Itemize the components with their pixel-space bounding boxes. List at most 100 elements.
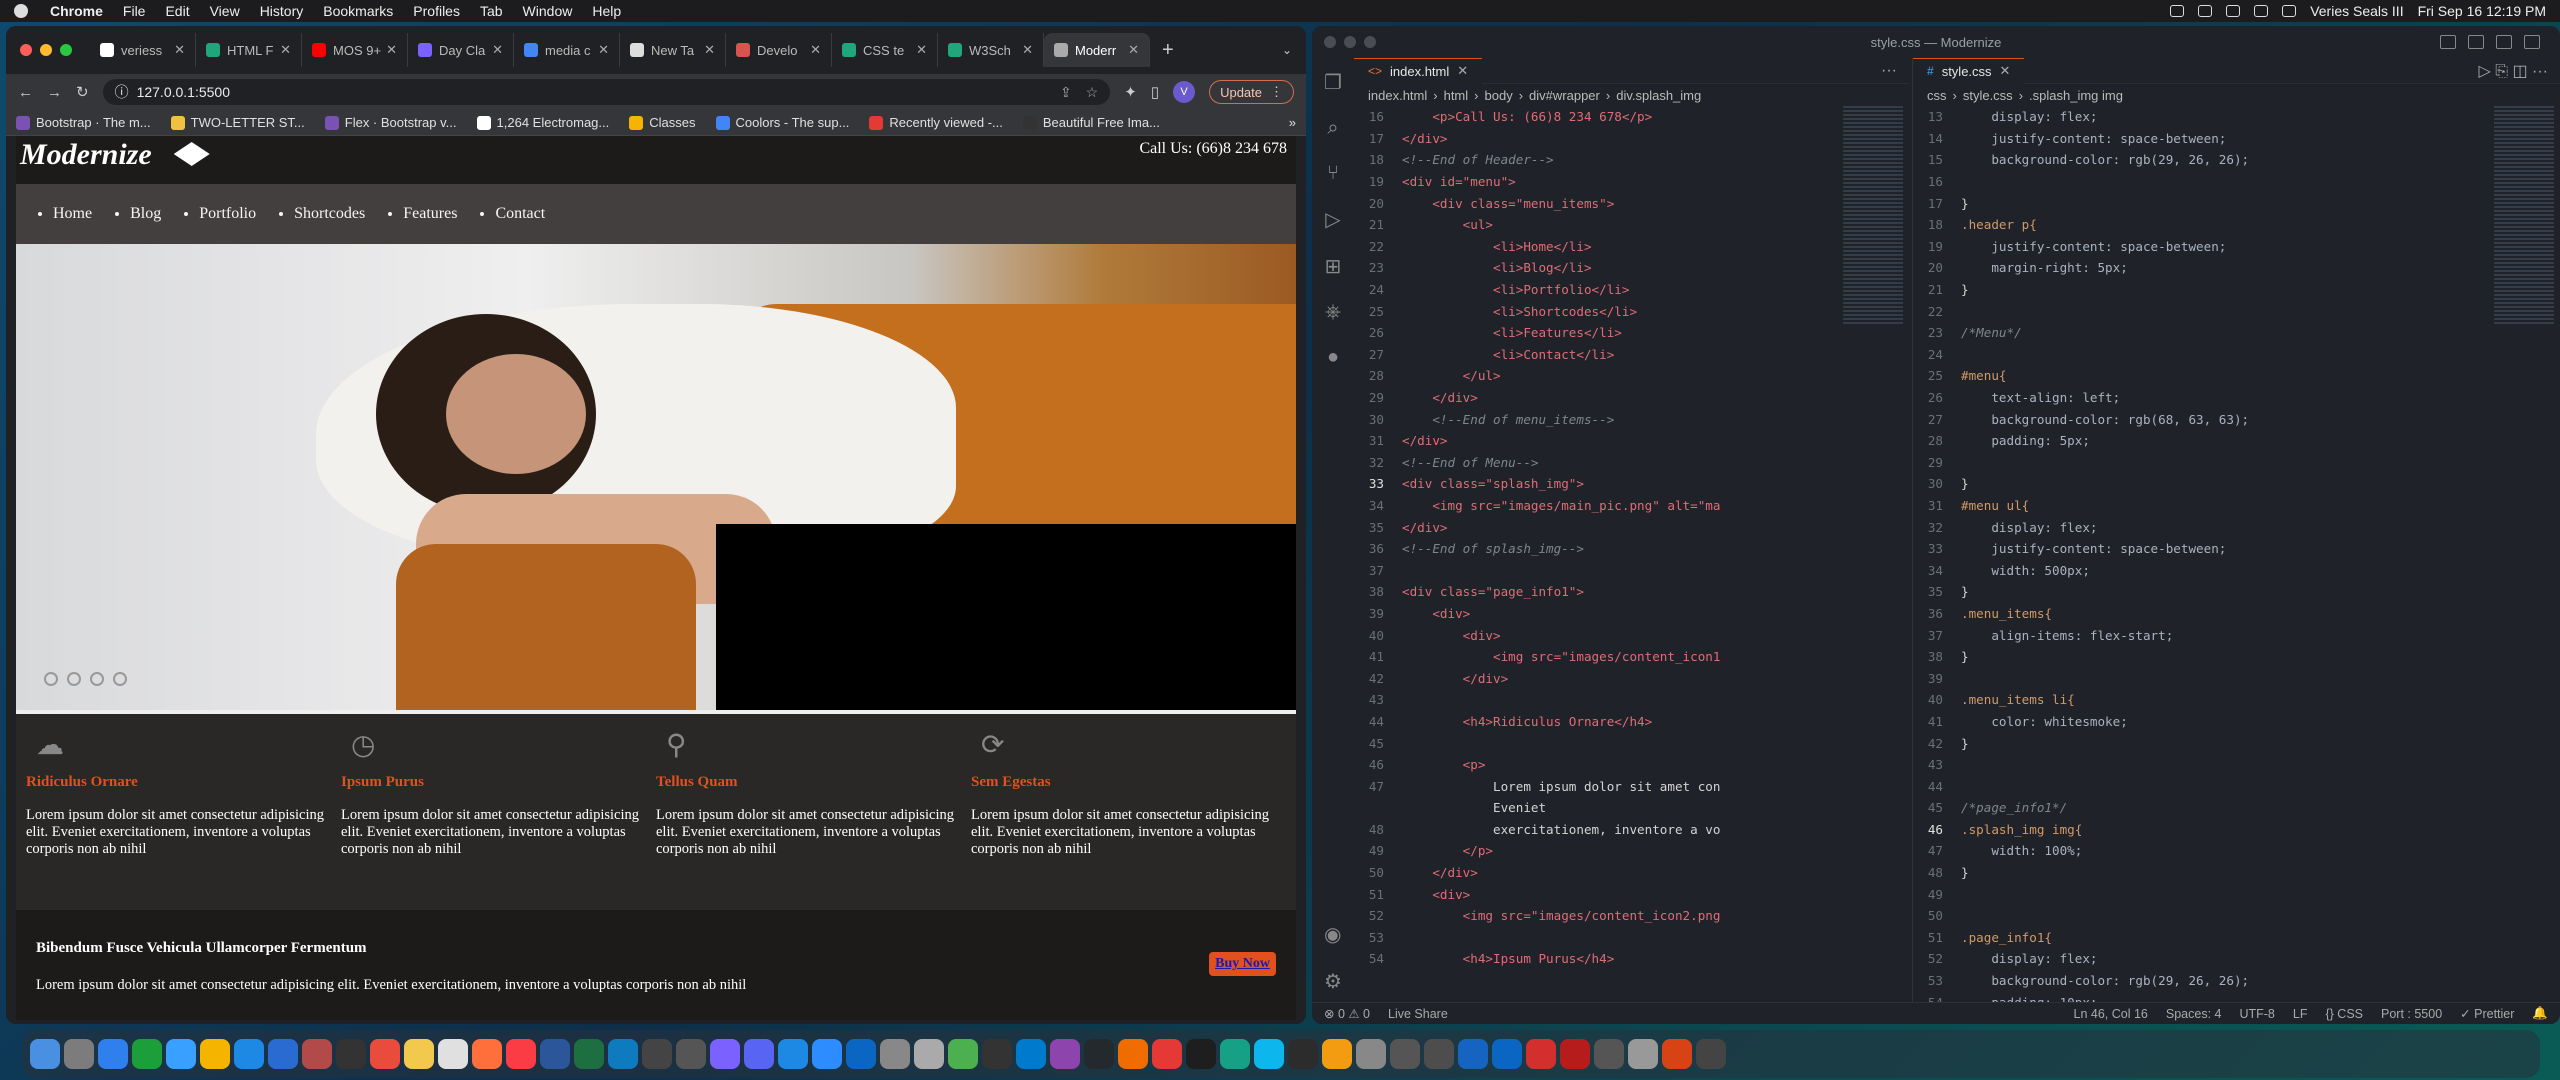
editor-actions-icon[interactable]: ▷ ⎘ ◫ ···	[2478, 61, 2548, 81]
code-line[interactable]: 43	[1354, 689, 1909, 711]
editor-tab-style-css[interactable]: # style.css ✕	[1913, 57, 2025, 84]
html-code-area[interactable]: 16 <p>Call Us: (66)8 234 678</p> 17 </div>…	[1354, 106, 1909, 1002]
code-line[interactable]: 16	[1913, 171, 2560, 193]
settings-gear-icon[interactable]: ⚙	[1324, 969, 1342, 994]
menu-item-blog[interactable]: Blog	[130, 205, 161, 223]
code-line[interactable]: 44	[1913, 775, 2560, 797]
code-line[interactable]: 38 <div class="page_info1">	[1354, 581, 1909, 603]
bookmark-item[interactable]: Beautiful Free Ima...	[1022, 115, 1160, 130]
url-text[interactable]: 127.0.0.1:5500	[137, 84, 230, 100]
dock-app-icon[interactable]	[1458, 1039, 1488, 1069]
code-line[interactable]: 21}	[1913, 279, 2560, 301]
dock-app-icon[interactable]	[540, 1039, 570, 1069]
code-line[interactable]: 28 padding: 5px;	[1913, 430, 2560, 452]
code-line[interactable]: 32 display: flex;	[1913, 516, 2560, 538]
dock-app-icon[interactable]	[132, 1039, 162, 1069]
remote-explorer-icon[interactable]: ⎈	[1325, 301, 1341, 324]
code-line[interactable]: 49	[1913, 883, 2560, 905]
menu-item-shortcodes[interactable]: Shortcodes	[294, 205, 365, 223]
code-line[interactable]: 51 <div>	[1354, 883, 1909, 905]
minimize-window-button[interactable]	[40, 44, 52, 56]
prettier-status[interactable]: ✓ Prettier	[2460, 1006, 2514, 1021]
code-line[interactable]: 34 <img src="images/main_pic.png" alt="m…	[1354, 495, 1909, 517]
code-line[interactable]: 54 padding: 10px;	[1913, 991, 2560, 1002]
close-tab-icon[interactable]: ✕	[386, 42, 397, 58]
dock-app-icon[interactable]	[1526, 1039, 1556, 1069]
dock-app-icon[interactable]	[1050, 1039, 1080, 1069]
dock-app-icon[interactable]	[98, 1039, 128, 1069]
bookmark-item[interactable]: Flex · Bootstrap v...	[324, 115, 457, 130]
code-line[interactable]: 41 <img src="images/content_icon1	[1354, 646, 1909, 668]
breadcrumb-item[interactable]: body	[1485, 88, 1513, 103]
bookmark-item[interactable]: Bootstrap · The m...	[16, 115, 151, 130]
menu-item-portfolio[interactable]: Portfolio	[199, 205, 256, 223]
browser-tab[interactable]: W3Sch ✕	[938, 33, 1044, 67]
code-line[interactable]: 54 <h4>Ipsum Purus</h4>	[1354, 948, 1909, 970]
code-line[interactable]: 39 <div>	[1354, 603, 1909, 625]
code-line[interactable]: 21 <ul>	[1354, 214, 1909, 236]
code-line[interactable]: 30}	[1913, 473, 2560, 495]
dock-app-icon[interactable]	[1628, 1039, 1658, 1069]
menubar-edit[interactable]: Edit	[165, 3, 189, 19]
code-line[interactable]: 37	[1354, 559, 1909, 581]
code-line[interactable]: 17}	[1913, 192, 2560, 214]
wifi-icon[interactable]	[2282, 5, 2297, 17]
dock-app-icon[interactable]	[336, 1039, 366, 1069]
dock-app-icon[interactable]	[1254, 1039, 1284, 1069]
breadcrumb-item[interactable]: div.splash_img	[1616, 88, 1701, 103]
code-line[interactable]: Eveniet	[1354, 797, 1909, 819]
code-line[interactable]: 42}	[1913, 732, 2560, 754]
code-line[interactable]: 26 text-align: left;	[1913, 387, 2560, 409]
bookmarks-overflow-icon[interactable]: »	[1289, 115, 1296, 130]
code-line[interactable]: 31 </div>	[1354, 430, 1909, 452]
more-actions-icon[interactable]: ···	[1881, 62, 1897, 80]
code-line[interactable]: 15 background-color: rgb(29, 26, 26);	[1913, 149, 2560, 171]
dock-app-icon[interactable]	[1084, 1039, 1114, 1069]
slider-dot[interactable]	[113, 672, 127, 686]
code-line[interactable]: 35 </div>	[1354, 516, 1909, 538]
code-line[interactable]: 53	[1354, 927, 1909, 949]
code-line[interactable]: 53 background-color: rgb(29, 26, 26);	[1913, 970, 2560, 992]
dock-app-icon[interactable]	[1662, 1039, 1692, 1069]
code-line[interactable]: 38}	[1913, 646, 2560, 668]
minimize-window-button[interactable]	[1344, 36, 1356, 48]
minimap[interactable]	[2494, 106, 2554, 326]
code-line[interactable]: 52 <img src="images/content_icon2.png	[1354, 905, 1909, 927]
share-icon[interactable]: ⇪	[1060, 84, 1072, 101]
code-line[interactable]: 50 </div>	[1354, 862, 1909, 884]
status-icon[interactable]	[2170, 5, 2185, 17]
account-icon[interactable]: ◉	[1324, 922, 1342, 947]
menu-item-home[interactable]: Home	[53, 205, 92, 223]
bookmark-item[interactable]: Coolors - The sup...	[715, 115, 849, 130]
dock-app-icon[interactable]	[676, 1039, 706, 1069]
dock-app-icon[interactable]	[880, 1039, 910, 1069]
toggle-sidebar-icon[interactable]	[2440, 35, 2456, 49]
browser-tab[interactable]: Develo ✕	[726, 33, 832, 67]
menubar-help[interactable]: Help	[592, 3, 621, 19]
dock-app-icon[interactable]	[404, 1039, 434, 1069]
sidepanel-icon[interactable]: ▯	[1151, 83, 1159, 101]
reload-icon[interactable]: ↻	[76, 83, 89, 101]
dock-app-icon[interactable]	[370, 1039, 400, 1069]
status-icon[interactable]	[2226, 5, 2241, 17]
apple-icon[interactable]	[14, 4, 28, 18]
dock-app-icon[interactable]	[1594, 1039, 1624, 1069]
code-line[interactable]: 39	[1913, 667, 2560, 689]
menubar-user[interactable]: Veries Seals III	[2310, 3, 2403, 19]
code-line[interactable]: 49 </p>	[1354, 840, 1909, 862]
dock-app-icon[interactable]	[302, 1039, 332, 1069]
dock-app-icon[interactable]	[166, 1039, 196, 1069]
code-line[interactable]: 32 <!--End of Menu-->	[1354, 452, 1909, 474]
code-line[interactable]: 47 Lorem ipsum dolor sit amet con	[1354, 775, 1909, 797]
bookmark-item[interactable]: Classes	[629, 115, 696, 130]
dock-app-icon[interactable]	[472, 1039, 502, 1069]
code-line[interactable]: 33 <div class="splash_img">	[1354, 473, 1909, 495]
close-window-button[interactable]	[20, 44, 32, 56]
menubar-view[interactable]: View	[210, 3, 240, 19]
code-line[interactable]: 24 <li>Portfolio</li>	[1354, 279, 1909, 301]
dock-app-icon[interactable]	[1424, 1039, 1454, 1069]
end-of-line[interactable]: LF	[2293, 1007, 2308, 1021]
menubar-app-name[interactable]: Chrome	[50, 3, 103, 19]
code-line[interactable]: 16 <p>Call Us: (66)8 234 678</p>	[1354, 106, 1909, 128]
battery-icon[interactable]	[2254, 5, 2269, 17]
